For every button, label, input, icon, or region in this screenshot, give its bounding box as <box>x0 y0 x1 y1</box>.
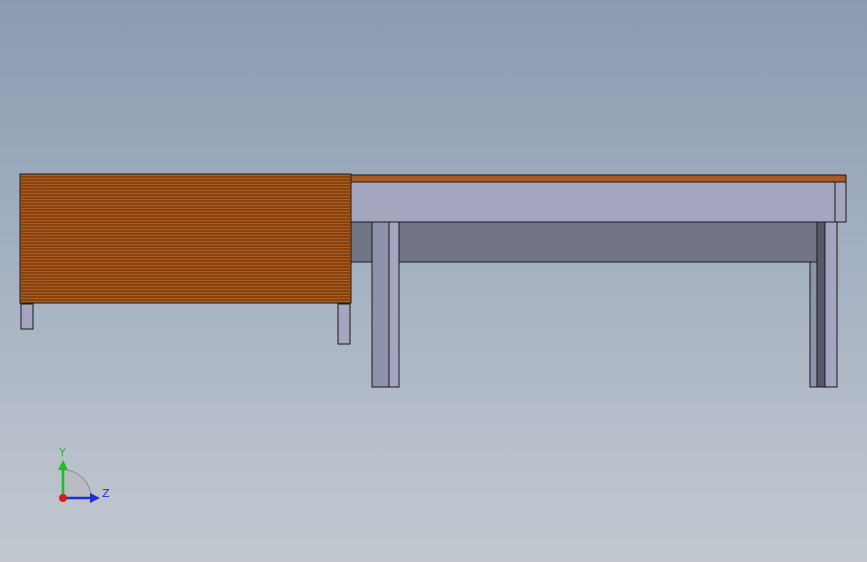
cad-model-view[interactable]: Y Z <box>0 0 867 562</box>
front-left-leg[interactable] <box>371 221 390 388</box>
lower-rail[interactable] <box>398 221 818 263</box>
z-axis-label: Z <box>102 487 110 500</box>
stacked-boards-assembly[interactable] <box>19 173 352 345</box>
apron-front[interactable] <box>350 181 836 223</box>
front-right-leg-dark[interactable] <box>816 221 826 388</box>
front-right-leg[interactable] <box>824 221 838 388</box>
front-right-leg-back[interactable] <box>809 261 818 388</box>
graphics-viewport[interactable]: Y Z <box>0 0 867 562</box>
y-axis-arrow <box>58 460 68 470</box>
y-axis-label: Y <box>58 446 66 459</box>
reference-triad: Y Z <box>58 446 110 503</box>
z-axis-arrow <box>90 493 100 503</box>
stacked-boards[interactable] <box>19 173 352 304</box>
apron-end-cap[interactable] <box>834 181 847 223</box>
triad-quarter-disc <box>62 469 92 499</box>
front-left-leg-side[interactable] <box>388 221 400 388</box>
lower-rail-left-segment[interactable] <box>350 221 373 263</box>
x-axis-point <box>59 494 67 502</box>
table-assembly[interactable] <box>350 174 847 388</box>
left-short-leg[interactable] <box>20 303 34 330</box>
right-short-leg[interactable] <box>337 303 351 345</box>
table-top[interactable] <box>350 174 847 183</box>
